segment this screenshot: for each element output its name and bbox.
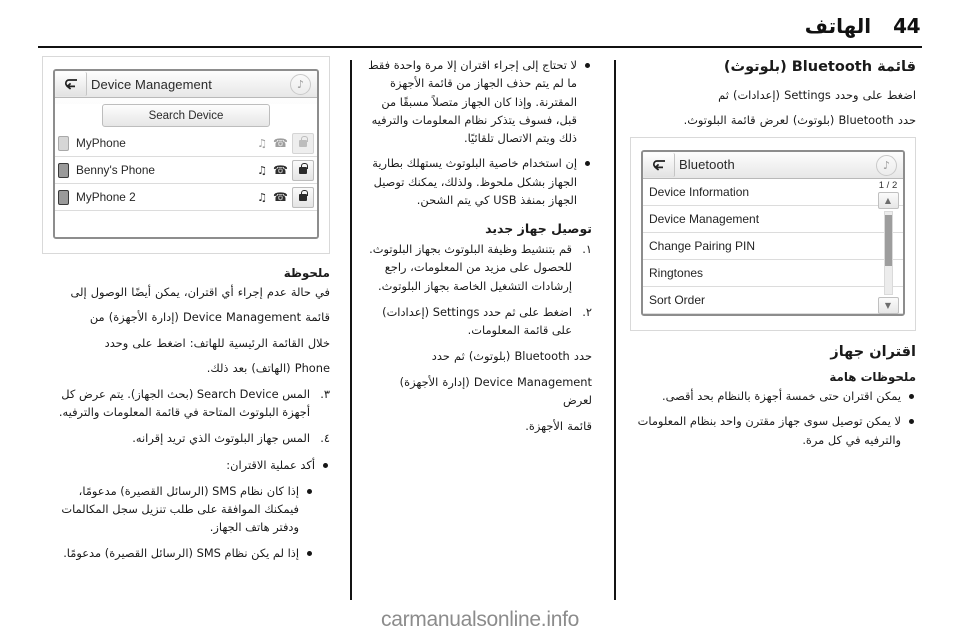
bluetooth-screen: Bluetooth ♪ Device Information Device Ma… — [641, 149, 905, 316]
pair-device-heading: اقتران جهاز — [830, 343, 916, 360]
bluetooth-menu-item-device-information[interactable]: Device Information — [643, 179, 903, 206]
lock-icon[interactable] — [292, 159, 314, 181]
page-number: 44 — [893, 14, 920, 38]
list-item: أكد عملية الاقتران: — [42, 456, 330, 474]
list-item: ١. قم بتنشيط وظيفة البلوتوث بجهاز البلوت… — [368, 240, 592, 295]
note-line-3: خلال القائمة الرئيسية للهاتف: اضغط على و… — [104, 335, 330, 350]
step-number: ١. — [582, 242, 592, 256]
after-steps-line-2: Device Management (إدارة الأجهزة) لعرض — [399, 374, 592, 408]
device-name: MyPhone — [76, 136, 126, 150]
chevron-down-icon[interactable]: ▼ — [877, 296, 899, 314]
phone-handset-icon[interactable]: ☎ — [273, 190, 288, 204]
footer: carmanualsonline.info — [0, 608, 960, 632]
search-device-button[interactable]: Search Device — [102, 104, 270, 127]
bluetooth-screen-body: Device Information Device Management Cha… — [643, 178, 903, 314]
note-line-2: قائمة Device Management (إدارة الأجهزة) … — [89, 310, 330, 325]
table-row[interactable]: MyPhone 2 ♫ ☎ — [55, 184, 317, 211]
bluetooth-menu-item-ringtones[interactable]: Ringtones — [643, 260, 903, 287]
column-right: قائمة Bluetooth (بلوتوث) اضغط على وحدد S… — [612, 56, 922, 602]
pairing-steps: ٣. المس Search Device (بحث الجهاز). يتم … — [42, 385, 330, 448]
list-item: لا تحتاج إلى إجراء اقتران إلا مرة واحدة … — [368, 56, 592, 147]
bluetooth-screen-title: Bluetooth — [679, 157, 735, 172]
step-number: ٢. — [582, 304, 592, 319]
device-management-screen-title: Device Management — [91, 76, 212, 92]
step-text: قم بتنشيط وظيفة البلوتوث بجهاز البلوتوث.… — [369, 242, 572, 293]
bluetooth-screen-titlebar: Bluetooth ♪ — [643, 151, 903, 179]
phone-handset-icon[interactable]: ☎ — [273, 163, 288, 177]
confirm-pairing-sublist: إذا كان نظام SMS (الرسائل القصيرة) مدعوم… — [42, 482, 330, 562]
note-line-4: Phone (الهاتف) بعد ذلك. — [206, 361, 330, 376]
list-item: ٢. اضغط على ثم حدد Settings (إعدادات) عل… — [368, 303, 592, 340]
phone-handset-icon[interactable]: ☎ — [273, 136, 288, 150]
list-item: إن استخدام خاصية البلوتوث يستهلك بطارية … — [368, 154, 592, 209]
phone-device-icon — [58, 162, 69, 178]
bluetooth-menu-item-device-management[interactable]: Device Management — [643, 206, 903, 233]
connect-device-steps: ١. قم بتنشيط وظيفة البلوتوث بجهاز البلوت… — [368, 240, 592, 339]
device-name: Benny's Phone — [76, 163, 155, 177]
note-line-1: في حالة عدم إجراء أي اقتران، يمكن أيضًا … — [70, 285, 330, 299]
step-text: المس جهاز البلوتوث الذي تريد إقرانه. — [132, 431, 310, 446]
phone-device-icon — [58, 135, 69, 151]
back-arrow-icon[interactable] — [56, 72, 87, 96]
phone-device-icon — [58, 189, 69, 205]
list-item: إذا كان نظام SMS (الرسائل القصيرة) مدعوم… — [42, 482, 314, 537]
list-item: ٤. المس جهاز البلوتوث الذي تريد إقرانه. — [42, 429, 330, 447]
bluetooth-menu-intro-line-1: اضغط على وحدد Settings (إعدادات) ثم — [718, 87, 916, 102]
important-notes-label: ملحوظات هامة — [829, 370, 916, 385]
step-number: ٣. — [320, 386, 330, 401]
music-note-icon[interactable]: ♪ — [290, 74, 311, 95]
device-management-screenshot: Device Management ♪ Search Device MyPhon… — [42, 56, 330, 254]
note-label: ملحوظة — [283, 266, 330, 280]
list-item: لا يمكن توصيل سوى جهاز مقترن واحد بنظام … — [630, 412, 916, 449]
bluetooth-menu-item-sort-order[interactable]: Sort Order — [643, 287, 903, 314]
list-item: يمكن اقتران حتى خمسة أجهزة بالنظام بحد أ… — [630, 387, 916, 405]
confirm-pairing-list: أكد عملية الاقتران: — [42, 456, 330, 474]
list-item: ٣. المس Search Device (بحث الجهاز). يتم … — [42, 385, 330, 422]
bluetooth-icon[interactable]: ♫ — [256, 137, 268, 150]
page-title: الهاتف — [804, 14, 872, 38]
bluetooth-menu-heading: قائمة Bluetooth (بلوتوث) — [723, 59, 916, 75]
bluetooth-icon[interactable]: ♫ — [256, 164, 268, 177]
page-indicator: 1 / 2 — [878, 179, 898, 191]
chevron-up-icon[interactable]: ▲ — [877, 191, 899, 209]
list-empty-space — [55, 211, 317, 237]
bluetooth-screenshot: Bluetooth ♪ Device Information Device Ma… — [630, 136, 916, 331]
device-management-body: Search Device MyPhone ♫ ☎ Benny's Phone … — [55, 104, 317, 237]
step-number: ٤. — [320, 431, 330, 446]
pairing-notes-list: يمكن اقتران حتى خمسة أجهزة بالنظام بحد أ… — [630, 387, 916, 449]
watermark-text: carmanualsonline.info — [381, 608, 579, 631]
after-steps-line-3: قائمة الأجهزة. — [525, 418, 592, 433]
column-middle: لا تحتاج إلى إجراء اقتران إلا مرة واحدة … — [350, 56, 612, 602]
table-row[interactable]: MyPhone ♫ ☎ — [55, 130, 317, 157]
music-note-icon[interactable]: ♪ — [876, 154, 897, 176]
bluetooth-notes-list: لا تحتاج إلى إجراء اقتران إلا مرة واحدة … — [368, 56, 592, 209]
column-left: Device Management ♪ Search Device MyPhon… — [38, 56, 350, 602]
scrollbar-thumb[interactable] — [884, 214, 892, 266]
manual-page: 44 الهاتف قائمة Bluetooth (بلوتوث) اضغط … — [0, 0, 960, 642]
bluetooth-icon[interactable]: ♫ — [256, 191, 268, 204]
back-arrow-icon[interactable] — [644, 152, 675, 177]
device-name: MyPhone 2 — [76, 190, 136, 204]
table-row[interactable]: Benny's Phone ♫ ☎ — [55, 157, 317, 184]
connect-new-device-heading: توصيل جهاز جديد — [485, 221, 592, 236]
bluetooth-menu-list: Device Information Device Management Cha… — [643, 179, 903, 314]
scrollbar-track[interactable] — [883, 210, 893, 295]
page-columns: قائمة Bluetooth (بلوتوث) اضغط على وحدد S… — [38, 56, 922, 602]
step-text: المس Search Device (بحث الجهاز). يتم عرض… — [58, 386, 310, 420]
page-header: 44 الهاتف — [40, 14, 921, 46]
device-management-titlebar: Device Management ♪ — [55, 71, 317, 98]
bluetooth-menu-item-change-pairing-pin[interactable]: Change Pairing PIN — [643, 233, 903, 260]
after-steps-line-1: حدد Bluetooth (بلوتوث) ثم حدد — [431, 349, 592, 364]
step-text: اضغط على ثم حدد Settings (إعدادات) على ق… — [382, 304, 572, 337]
list-item: إذا لم يكن نظام SMS (الرسائل القصيرة) مد… — [42, 544, 314, 562]
device-management-screen: Device Management ♪ Search Device MyPhon… — [53, 69, 319, 239]
bluetooth-menu-intro-line-2: حدد Bluetooth (بلوتوث) لعرض قائمة البلوت… — [683, 113, 916, 128]
bluetooth-scrollbar[interactable]: 1 / 2 ▲ ▼ — [873, 179, 903, 314]
lock-icon[interactable] — [292, 186, 314, 208]
header-divider — [38, 46, 922, 48]
lock-icon[interactable] — [292, 132, 314, 154]
